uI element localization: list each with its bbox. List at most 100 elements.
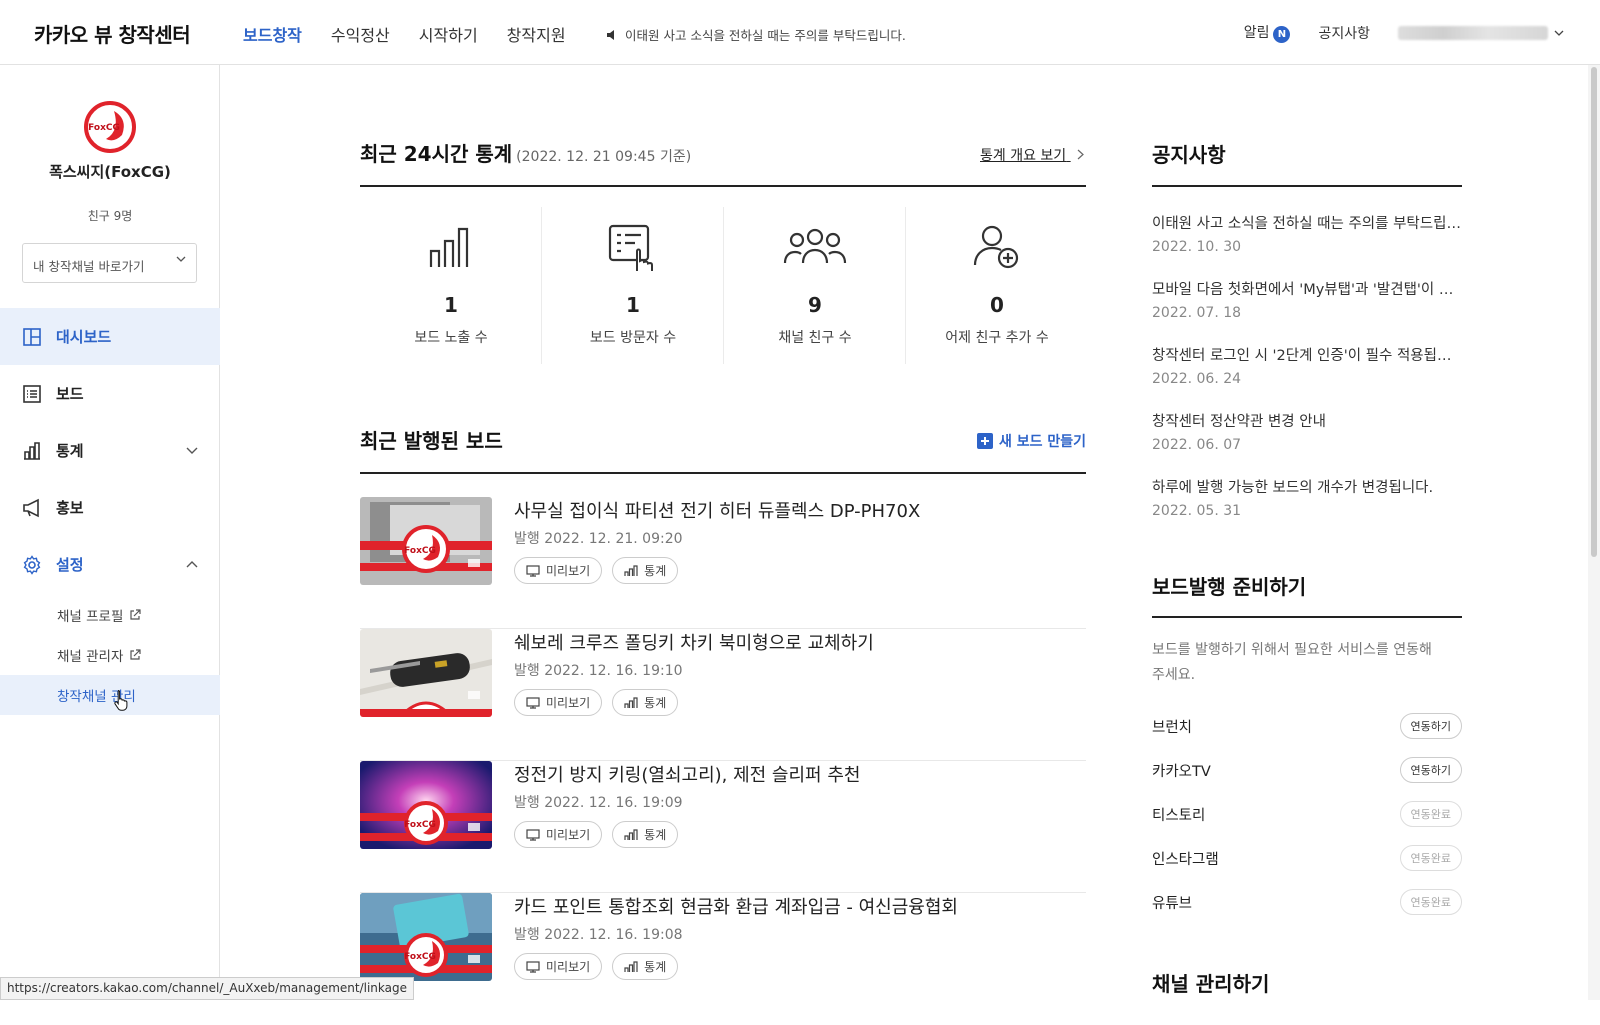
notice-title[interactable]: 창작센터 정산약관 변경 안내: [1152, 410, 1464, 431]
chevron-down-icon: [1554, 30, 1564, 36]
stat-new-friends-value: 0: [990, 293, 1004, 317]
channel-shortcut-select[interactable]: 내 창작채널 바로가기: [22, 243, 197, 283]
preview-label: 미리보기: [546, 696, 591, 710]
service-name: 카카오TV: [1152, 763, 1211, 780]
menu-settings[interactable]: 설정: [0, 536, 220, 593]
nav-getting-started[interactable]: 시작하기: [419, 22, 478, 46]
monitor-icon: [526, 564, 540, 577]
notice-title[interactable]: 창작센터 로그인 시 '2단계 인증'이 필수 적용됩니다.: [1152, 344, 1464, 365]
menu-board[interactable]: 보드: [0, 365, 220, 422]
stats-timestamp: (2022. 12. 21 09:45 기준): [516, 149, 692, 165]
stats-button[interactable]: 통계: [612, 953, 679, 980]
announcement[interactable]: 이태원 사고 소식을 전하실 때는 주의를 부탁드립니다.: [606, 25, 906, 44]
top-nav: 보드창작 수익정산 시작하기 창작지원: [243, 22, 566, 46]
notice-item[interactable]: 창작센터 로그인 시 '2단계 인증'이 필수 적용됩니다. 2022. 06. …: [1152, 344, 1464, 387]
alerts-badge: N: [1273, 26, 1291, 43]
top-right: 알림 N 공지사항: [1244, 22, 1564, 43]
stat-friends-value: 9: [808, 293, 822, 317]
notices-title: 공지사항: [1152, 143, 1226, 167]
brand-logo[interactable]: 카카오 뷰 창작센터: [34, 19, 191, 48]
notice-title[interactable]: 모바일 다음 첫화면에서 'My뷰탭'과 '발견탭'이 추가됩니다.: [1152, 278, 1464, 299]
board-title[interactable]: 카드 포인트 통합조회 현금화 환급 계좌입금 - 여신금융협회: [514, 893, 958, 919]
notice-item[interactable]: 이태원 사고 소식을 전하실 때는 주의를 부탁드립니다. 2022. 10. 3…: [1152, 212, 1464, 255]
board-date: 발행 2022. 12. 16. 19:08: [514, 927, 683, 943]
menu-promo[interactable]: 홍보: [0, 479, 220, 536]
nav-support[interactable]: 창작지원: [507, 22, 566, 46]
notice-title[interactable]: 이태원 사고 소식을 전하실 때는 주의를 부탁드립니다.: [1152, 212, 1464, 233]
notice-title[interactable]: 하루에 발행 가능한 보드의 개수가 변경됩니다.: [1152, 476, 1464, 497]
preview-button[interactable]: 미리보기: [514, 821, 603, 848]
bar-chart-icon: [624, 828, 638, 840]
link-service-button[interactable]: 연동하기: [1399, 757, 1462, 783]
stats-button[interactable]: 통계: [612, 689, 679, 716]
board-title[interactable]: 쉐보레 크루즈 폴딩키 차키 북미형으로 교체하기: [514, 629, 874, 655]
account-menu[interactable]: [1398, 25, 1564, 40]
board-title[interactable]: 사무실 접이식 파티션 전기 히터 듀플렉스 DP-PH70X: [514, 497, 920, 523]
link-service-button[interactable]: 연동하기: [1399, 713, 1462, 739]
friend-count: 친구 9명: [87, 209, 133, 223]
stats-button[interactable]: 통계: [612, 821, 679, 848]
stats-label: 통계: [644, 960, 667, 974]
logo-text: FoxCG: [404, 820, 436, 830]
board-title[interactable]: 정전기 방지 키링(열쇠고리), 제전 슬리퍼 추천: [514, 761, 860, 787]
service-name: 인스타그램: [1152, 851, 1219, 868]
board-click-icon: [608, 224, 653, 271]
monitor-icon: [526, 828, 540, 841]
channel-shortcut-value: 내 창작채널 바로가기: [33, 259, 145, 274]
preview-button[interactable]: 미리보기: [514, 953, 603, 980]
sidebar: FoxCG 폭스씨지(FoxCG) 친구 9명 내 창작채널 바로가기 대시보드…: [0, 65, 220, 1000]
monitor-icon: [526, 696, 540, 709]
submenu-channel-admin[interactable]: 채널 관리자: [0, 635, 220, 675]
page-scrollbar[interactable]: [1588, 65, 1600, 1000]
channel-name: 폭스씨지(FoxCG): [49, 163, 171, 181]
chevron-down-icon: [186, 447, 198, 454]
preview-label: 미리보기: [546, 564, 591, 578]
logo-text: FoxCG: [404, 952, 436, 962]
nav-revenue[interactable]: 수익정산: [331, 22, 390, 46]
monitor-icon: [526, 960, 540, 973]
alerts-button[interactable]: 알림 N: [1244, 22, 1291, 43]
board-thumbnail[interactable]: FoxCG: [360, 893, 492, 981]
service-name: 브런치: [1152, 719, 1193, 736]
notice-item[interactable]: 창작센터 정산약관 변경 안내 2022. 06. 07: [1152, 410, 1464, 453]
notice-date: 2022. 10. 30: [1152, 239, 1242, 255]
service-name: 유튜브: [1152, 895, 1193, 912]
stats-button[interactable]: 통계: [612, 557, 679, 584]
menu-stats[interactable]: 통계: [0, 422, 220, 479]
stat-visitors-label: 보드 방문자 수: [589, 330, 677, 346]
board-thumbnail[interactable]: FoxCG: [360, 497, 492, 585]
chevron-right-icon: [1077, 149, 1084, 160]
service-row: 유튜브 연동완료: [1152, 887, 1462, 917]
scrollbar-thumb[interactable]: [1591, 67, 1597, 557]
menu-dashboard[interactable]: 대시보드: [0, 308, 220, 365]
submenu-channel-manage[interactable]: 창작채널 관리: [0, 675, 220, 715]
chevron-down-icon: [176, 256, 186, 262]
notice-date: 2022. 07. 18: [1152, 305, 1242, 321]
notices-divider: [1152, 185, 1462, 187]
new-board-button[interactable]: 새 보드 만들기: [977, 431, 1086, 451]
nav-board-create[interactable]: 보드창작: [243, 22, 302, 46]
menu-board-label: 보드: [56, 385, 84, 403]
notice-item[interactable]: 하루에 발행 가능한 보드의 개수가 변경됩니다. 2022. 05. 31: [1152, 476, 1464, 519]
notice-item[interactable]: 모바일 다음 첫화면에서 'My뷰탭'과 '발견탭'이 추가됩니다. 2022. …: [1152, 278, 1464, 321]
preview-button[interactable]: 미리보기: [514, 689, 603, 716]
stats-title: 최근 24시간 통계: [360, 142, 513, 166]
dashboard-icon: [23, 327, 41, 346]
top-bar: 카카오 뷰 창작센터 보드창작 수익정산 시작하기 창작지원 이태원 사고 소식…: [0, 0, 1600, 65]
bar-chart-icon: [624, 696, 638, 708]
board-thumbnail[interactable]: [360, 629, 492, 717]
boards-divider: [360, 472, 1086, 474]
preview-label: 미리보기: [546, 828, 591, 842]
bar-chart-icon: [624, 960, 638, 972]
service-linked-badge: 연동완료: [1399, 801, 1462, 827]
logo-text: FoxCG: [88, 123, 120, 133]
board-thumbnail[interactable]: FoxCG: [360, 761, 492, 849]
preview-button[interactable]: 미리보기: [514, 557, 603, 584]
menu-stats-label: 통계: [56, 442, 84, 460]
external-link-icon: [130, 609, 142, 620]
stat-friends: 9 채널 친구 수: [724, 207, 906, 364]
stats-overview-link[interactable]: 통계 개요 보기: [980, 145, 1084, 165]
submenu-channel-profile[interactable]: 채널 프로필: [0, 595, 220, 635]
notices-link[interactable]: 공지사항: [1318, 23, 1370, 43]
link-status-bar: https://creators.kakao.com/channel/_AuXx…: [0, 977, 414, 1000]
